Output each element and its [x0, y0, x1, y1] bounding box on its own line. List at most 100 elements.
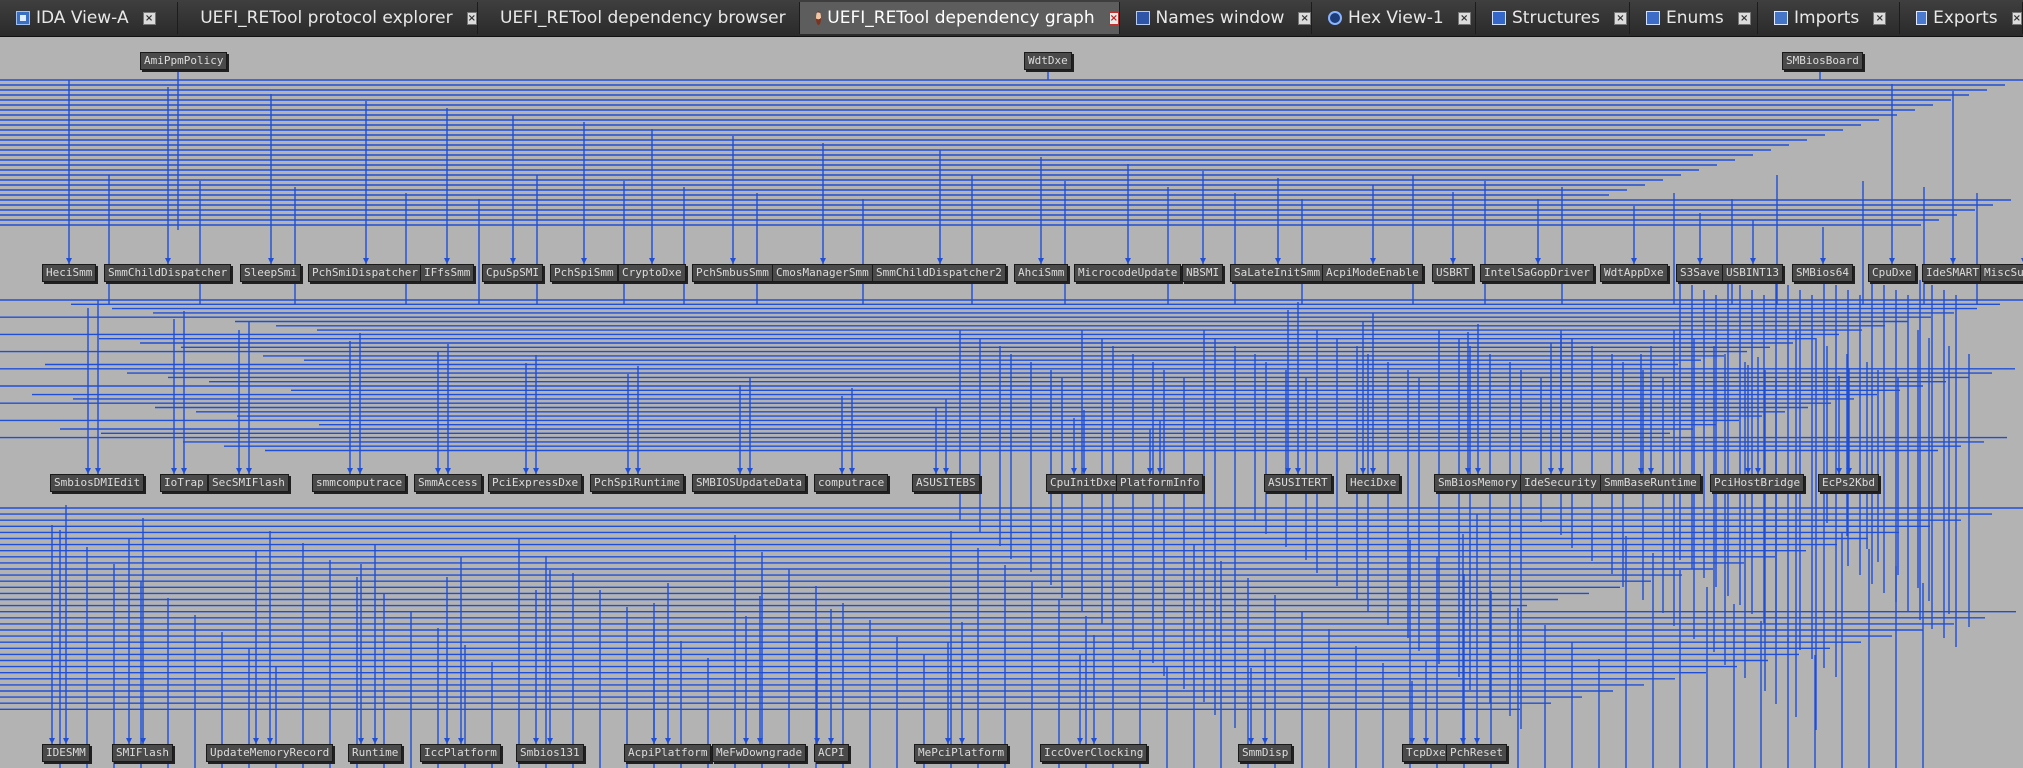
graph-node[interactable]: SmmBaseRuntime	[1600, 474, 1701, 492]
tab-label: Imports	[1794, 8, 1860, 28]
graph-node[interactable]: AhciSmm	[1014, 264, 1069, 282]
graph-node[interactable]: MicrocodeUpdate	[1074, 264, 1182, 282]
close-tab-icon[interactable]: ×	[1873, 11, 1887, 25]
tab-uefi-retool-dependency-browser[interactable]: UEFI_RETool dependency browser×	[478, 2, 810, 34]
graph-node[interactable]: PlatformInfo	[1116, 474, 1204, 492]
tab-uefi-retool-protocol-explorer[interactable]: UEFI_RETool protocol explorer ×	[178, 2, 478, 34]
graph-node[interactable]: PchSmiDispatcher	[308, 264, 422, 282]
graph-node[interactable]: CryptoDxe	[618, 264, 686, 282]
tab-label: UEFI_RETool dependency browser	[500, 8, 786, 28]
graph-node[interactable]: AcpiPlatform	[624, 744, 712, 762]
graph-node[interactable]: CmosManagerSmm	[772, 264, 873, 282]
tab-names-window[interactable]: Names window ×	[1120, 2, 1312, 34]
imports-icon	[1774, 11, 1788, 25]
tab-bar: IDA View-A × UEFI_RETool protocol explorer…	[0, 0, 2023, 37]
graph-node[interactable]: ASUSITEBS	[912, 474, 980, 492]
structures-icon	[1492, 11, 1506, 25]
graph-node[interactable]: AcpiModeEnable	[1322, 264, 1423, 282]
graph-node[interactable]: SaLateInitSmm	[1230, 264, 1325, 282]
enums-icon	[1646, 11, 1660, 25]
graph-node[interactable]: WdtDxe	[1024, 52, 1072, 70]
tab-label: Enums	[1666, 8, 1724, 28]
graph-node[interactable]: PciHostBridge	[1710, 474, 1805, 492]
graph-node[interactable]: Smbios131	[516, 744, 584, 762]
tab-ida-view-a[interactable]: IDA View-A ×	[0, 2, 178, 34]
graph-node[interactable]: EcPs2Kbd	[1818, 474, 1879, 492]
graph-node[interactable]: S3Save	[1676, 264, 1724, 282]
close-tab-icon[interactable]: ×	[1737, 11, 1751, 25]
retool-avatar-icon	[816, 11, 822, 25]
graph-node[interactable]: SMBiosBoard	[1782, 52, 1863, 70]
graph-node[interactable]: PchSpiSmm	[550, 264, 618, 282]
graph-node[interactable]: SMBios64	[1792, 264, 1853, 282]
close-tab-icon[interactable]: ×	[1108, 11, 1119, 25]
tab-label: IDA View-A	[36, 8, 129, 28]
tab-imports[interactable]: Imports ×	[1758, 2, 1900, 34]
graph-node[interactable]: PchReset	[1446, 744, 1507, 762]
graph-node[interactable]: Runtime	[348, 744, 403, 762]
close-tab-icon[interactable]: ×	[2011, 11, 2022, 25]
graph-node[interactable]: CpuInitDxe	[1046, 474, 1121, 492]
close-tab-icon[interactable]: ×	[466, 11, 477, 25]
graph-node[interactable]: CpuSpSMI	[482, 264, 543, 282]
graph-node[interactable]: IoTrap	[160, 474, 208, 492]
graph-node[interactable]: TcpDxe	[1402, 744, 1450, 762]
graph-node[interactable]: SmBiosMemory	[1434, 474, 1522, 492]
graph-node[interactable]: IdeSecurity	[1520, 474, 1601, 492]
graph-node[interactable]: ASUSITERT	[1264, 474, 1332, 492]
graph-node[interactable]: IdeSMART	[1922, 264, 1983, 282]
graph-node[interactable]: UpdateMemoryRecord	[206, 744, 334, 762]
graph-node[interactable]: USBRT	[1432, 264, 1474, 282]
graph-node[interactable]: IFfsSmm	[420, 264, 475, 282]
graph-node[interactable]: smmcomputrace	[312, 474, 407, 492]
graph-node[interactable]: MeFwDowngrade	[712, 744, 807, 762]
names-window-icon	[1136, 11, 1150, 25]
graph-node[interactable]: PchSmbusSmm	[692, 264, 773, 282]
graph-node[interactable]: SmmDisp	[1238, 744, 1293, 762]
graph-node[interactable]: MePciPlatform	[914, 744, 1009, 762]
graph-node[interactable]: CpuDxe	[1868, 264, 1916, 282]
graph-node[interactable]: IccOverClocking	[1040, 744, 1148, 762]
graph-node[interactable]: IccPlatform	[420, 744, 501, 762]
graph-node[interactable]: SleepSmi	[240, 264, 301, 282]
graph-node[interactable]: IDESMM	[42, 744, 90, 762]
close-tab-icon[interactable]: ×	[1613, 11, 1627, 25]
tab-label: Names window	[1155, 8, 1285, 28]
graph-node[interactable]: AmiPpmPolicy	[140, 52, 228, 70]
tab-structures[interactable]: Structures ×	[1476, 2, 1630, 34]
graph-node[interactable]: SMIFlash	[112, 744, 173, 762]
tab-label: Structures	[1512, 8, 1600, 28]
tab-label: UEFI_RETool protocol explorer	[200, 8, 453, 28]
tab-exports[interactable]: Exports ×	[1900, 2, 2023, 34]
graph-node[interactable]: NBSMI	[1182, 264, 1224, 282]
graph-node[interactable]: SmmChildDispatcher2	[872, 264, 1006, 282]
graph-node[interactable]: ACPI	[814, 744, 849, 762]
graph-node[interactable]: SmbiosDMIEdit	[50, 474, 145, 492]
graph-node[interactable]: IntelSaGopDriver	[1480, 264, 1594, 282]
hex-view-icon	[1328, 11, 1342, 25]
dependency-graph-canvas[interactable]	[0, 37, 2023, 768]
graph-node[interactable]: USBINT13	[1722, 264, 1783, 282]
close-tab-icon[interactable]: ×	[1457, 11, 1471, 25]
graph-node[interactable]: PciExpressDxe	[488, 474, 583, 492]
graph-node[interactable]: SmmAccess	[414, 474, 482, 492]
graph-node[interactable]: SmmChildDispatcher	[104, 264, 232, 282]
tab-uefi-retool-dependency-graph[interactable]: UEFI_RETool dependency graph ×	[800, 2, 1120, 34]
graph-node[interactable]: HeciDxe	[1346, 474, 1401, 492]
tab-enums[interactable]: Enums ×	[1630, 2, 1758, 34]
close-tab-icon[interactable]: ×	[142, 11, 156, 25]
graph-node[interactable]: HeciSmm	[42, 264, 97, 282]
tab-label: UEFI_RETool dependency graph	[827, 8, 1095, 28]
ida-view-icon	[16, 11, 30, 25]
tab-label: Hex View-1	[1348, 8, 1444, 28]
graph-node[interactable]: PchSpiRuntime	[590, 474, 685, 492]
tab-label: Exports	[1933, 8, 1998, 28]
close-tab-icon[interactable]: ×	[1298, 11, 1311, 25]
graph-node[interactable]: MiscSubclass	[1980, 264, 2023, 282]
graph-node[interactable]: SecSMIFlash	[208, 474, 289, 492]
graph-node[interactable]: SMBIOSUpdateData	[692, 474, 806, 492]
graph-node[interactable]: computrace	[814, 474, 889, 492]
graph-node[interactable]: WdtAppDxe	[1600, 264, 1668, 282]
exports-icon	[1916, 11, 1928, 25]
tab-hex-view-1[interactable]: Hex View-1 ×	[1312, 2, 1476, 34]
